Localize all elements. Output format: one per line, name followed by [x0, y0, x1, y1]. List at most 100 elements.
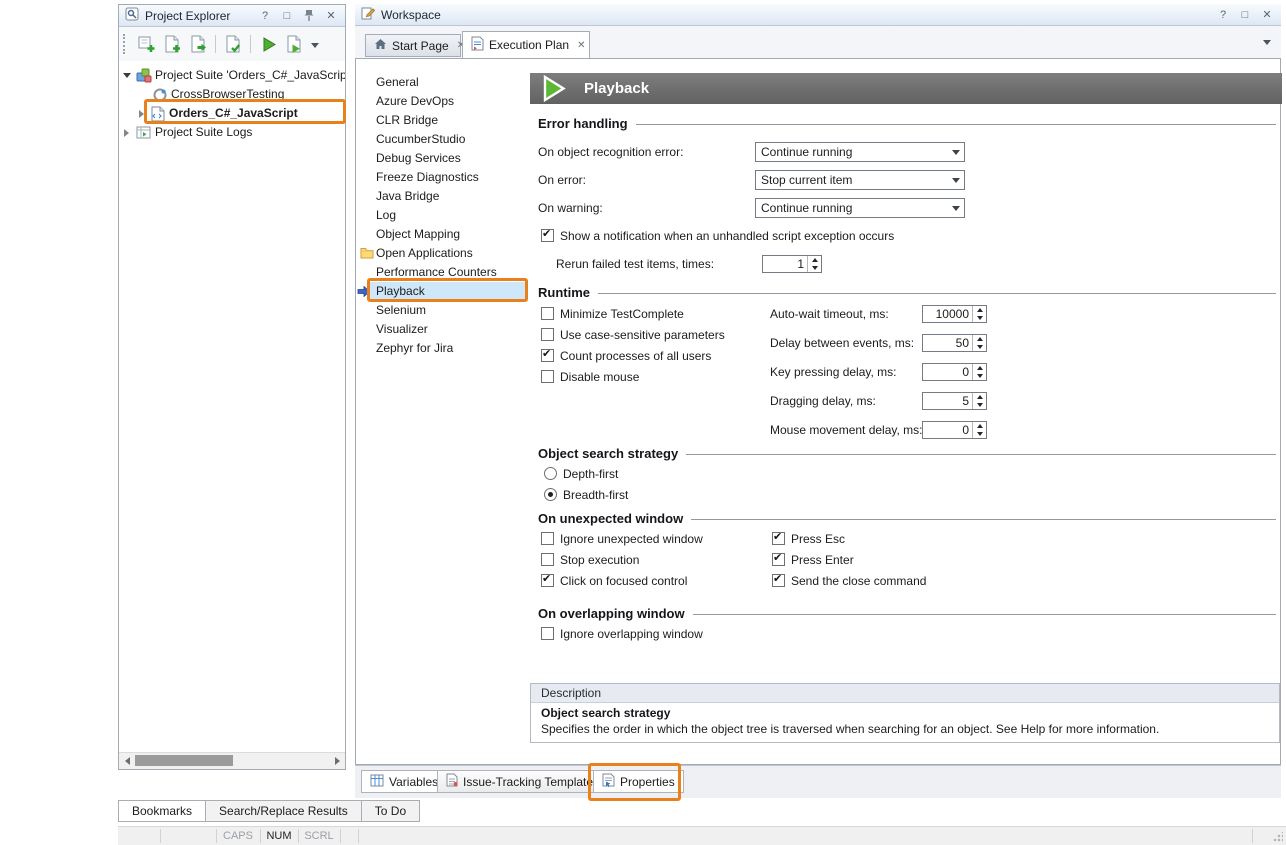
run-project-item-button[interactable]: [281, 31, 307, 57]
options-item-general[interactable]: General: [356, 73, 528, 92]
rerun-count-spinner[interactable]: 1: [762, 255, 822, 273]
notification-checkbox[interactable]: [541, 229, 554, 242]
checkbox-label: Count processes of all users: [560, 346, 711, 366]
depth-first-radio[interactable]: [544, 467, 557, 480]
play-icon: [542, 75, 566, 105]
tab-label: Issue-Tracking Templates: [463, 775, 599, 789]
click-on-focused-control-checkbox[interactable]: [541, 574, 554, 587]
options-item-azure-devops[interactable]: Azure DevOps: [356, 92, 528, 111]
close-button[interactable]: ✕: [1259, 7, 1275, 23]
tree-row-project-suite[interactable]: Project Suite 'Orders_C#_JavaScript' (1: [119, 66, 345, 85]
scrollbar-thumb[interactable]: [135, 755, 233, 766]
close-button[interactable]: ✕: [323, 8, 339, 24]
spin-down-icon: [973, 372, 986, 380]
options-item-zephyr-for-jira[interactable]: Zephyr for Jira: [356, 339, 528, 358]
dragging-delay-spinner[interactable]: 5: [922, 392, 987, 410]
description-header: Description: [531, 684, 1279, 703]
chevron-down-icon[interactable]: [947, 171, 964, 189]
add-project-suite-button[interactable]: [133, 31, 159, 57]
spin-up-icon: [973, 393, 986, 401]
tab-variables[interactable]: Variables: [361, 770, 447, 793]
breadth-first-radio[interactable]: [544, 488, 557, 501]
mouse-movement-delay-spinner[interactable]: 0: [922, 421, 987, 439]
maximize-button[interactable]: □: [279, 8, 295, 24]
scroll-left-icon[interactable]: [119, 753, 135, 768]
on-warning-combobox[interactable]: Continue running: [755, 198, 965, 218]
press-enter-checkbox[interactable]: [772, 553, 785, 566]
help-button[interactable]: ?: [1215, 7, 1231, 23]
spin-down-icon: [973, 314, 986, 322]
tree-label-logs[interactable]: Project Suite Logs: [155, 123, 252, 142]
tab-start-page[interactable]: Start Page ✕: [365, 34, 461, 57]
help-button[interactable]: ?: [257, 8, 273, 24]
tree-label-crossbrowsertesting[interactable]: CrossBrowserTesting: [171, 85, 284, 104]
tab-bookmarks[interactable]: Bookmarks: [118, 800, 206, 822]
tree-label-project-suite[interactable]: Project Suite 'Orders_C#_JavaScript' (1: [155, 66, 345, 85]
ignore-overlapping-window-checkbox[interactable]: [541, 627, 554, 640]
options-item-debug-services[interactable]: Debug Services: [356, 149, 528, 168]
auto-wait-timeout-spinner[interactable]: 10000: [922, 305, 987, 323]
count-processes-checkbox[interactable]: [541, 349, 554, 362]
options-item-freeze-diagnostics[interactable]: Freeze Diagnostics: [356, 168, 528, 187]
tab-issue-tracking-templates[interactable]: Issue-Tracking Templates: [437, 770, 608, 793]
tab-properties[interactable]: Properties: [593, 770, 684, 793]
tab-list-dropdown[interactable]: [1263, 40, 1271, 49]
options-item-visualizer[interactable]: Visualizer: [356, 320, 528, 339]
options-item-performance-counters[interactable]: Performance Counters: [356, 263, 528, 282]
spinner-arrows[interactable]: [972, 364, 986, 380]
tab-to-do[interactable]: To Do: [361, 800, 420, 822]
tree-row-crossbrowsertesting[interactable]: CrossBrowserTesting: [119, 85, 345, 104]
delay-label: Delay between events, ms:: [770, 333, 914, 353]
send-close-command-checkbox[interactable]: [772, 574, 785, 587]
horizontal-scrollbar[interactable]: [119, 752, 345, 769]
spinner-arrows[interactable]: [972, 393, 986, 409]
expand-arrow-icon[interactable]: [124, 129, 129, 137]
run-project-button[interactable]: [255, 31, 281, 57]
stop-execution-checkbox[interactable]: [541, 553, 554, 566]
options-item-open-applications[interactable]: Open Applications: [356, 244, 528, 263]
tab-execution-plan[interactable]: Execution Plan ✕: [462, 31, 590, 58]
ignore-unexpected-window-checkbox[interactable]: [541, 532, 554, 545]
options-item-selenium[interactable]: Selenium: [356, 301, 528, 320]
spinner-arrows[interactable]: [972, 335, 986, 351]
add-existing-item-button[interactable]: [220, 31, 246, 57]
case-sensitive-parameters-checkbox[interactable]: [541, 328, 554, 341]
scroll-right-icon[interactable]: [329, 753, 345, 768]
toolbar-overflow-dropdown[interactable]: [311, 43, 319, 52]
tree-row-project[interactable]: Orders_C#_JavaScript: [119, 104, 345, 123]
minimize-testcomplete-checkbox[interactable]: [541, 307, 554, 320]
pin-icon[interactable]: [301, 8, 317, 24]
press-esc-checkbox[interactable]: [772, 532, 785, 545]
collapse-arrow-icon[interactable]: [123, 73, 131, 78]
add-new-item-button[interactable]: [159, 31, 185, 57]
spinner-arrows[interactable]: [972, 306, 986, 322]
close-tab-icon[interactable]: ✕: [577, 40, 585, 51]
tree-label-project[interactable]: Orders_C#_JavaScript: [169, 104, 298, 123]
checkbox-label: Press Enter: [791, 550, 854, 570]
options-item-clr-bridge[interactable]: CLR Bridge: [356, 111, 528, 130]
options-item-object-mapping[interactable]: Object Mapping: [356, 225, 528, 244]
options-item-log[interactable]: Log: [356, 206, 528, 225]
delay-between-events-spinner[interactable]: 50: [922, 334, 987, 352]
tab-search-replace-results[interactable]: Search/Replace Results: [205, 800, 362, 822]
chevron-down-icon[interactable]: [947, 143, 964, 161]
chevron-down-icon[interactable]: [947, 199, 964, 217]
open-file-button[interactable]: [185, 31, 211, 57]
toolbar-grip[interactable]: [123, 34, 129, 54]
document-tabstrip: Start Page ✕ Execution Plan ✕: [355, 26, 1281, 58]
spinner-arrows[interactable]: [807, 256, 821, 272]
maximize-button[interactable]: □: [1237, 7, 1253, 23]
spinner-arrows[interactable]: [972, 422, 986, 438]
disable-mouse-checkbox[interactable]: [541, 370, 554, 383]
resize-grip[interactable]: [1273, 832, 1283, 842]
tree-row-logs[interactable]: Project Suite Logs: [119, 123, 345, 142]
delay-label: Auto-wait timeout, ms:: [770, 304, 889, 324]
delay-label: Key pressing delay, ms:: [770, 362, 897, 382]
key-pressing-delay-spinner[interactable]: 0: [922, 363, 987, 381]
expand-arrow-icon[interactable]: [139, 110, 144, 118]
options-item-java-bridge[interactable]: Java Bridge: [356, 187, 528, 206]
on-object-recognition-error-combobox[interactable]: Continue running: [755, 142, 965, 162]
options-item-cucumberstudio[interactable]: CucumberStudio: [356, 130, 528, 149]
options-item-playback[interactable]: Playback: [370, 282, 528, 301]
on-error-combobox[interactable]: Stop current item: [755, 170, 965, 190]
